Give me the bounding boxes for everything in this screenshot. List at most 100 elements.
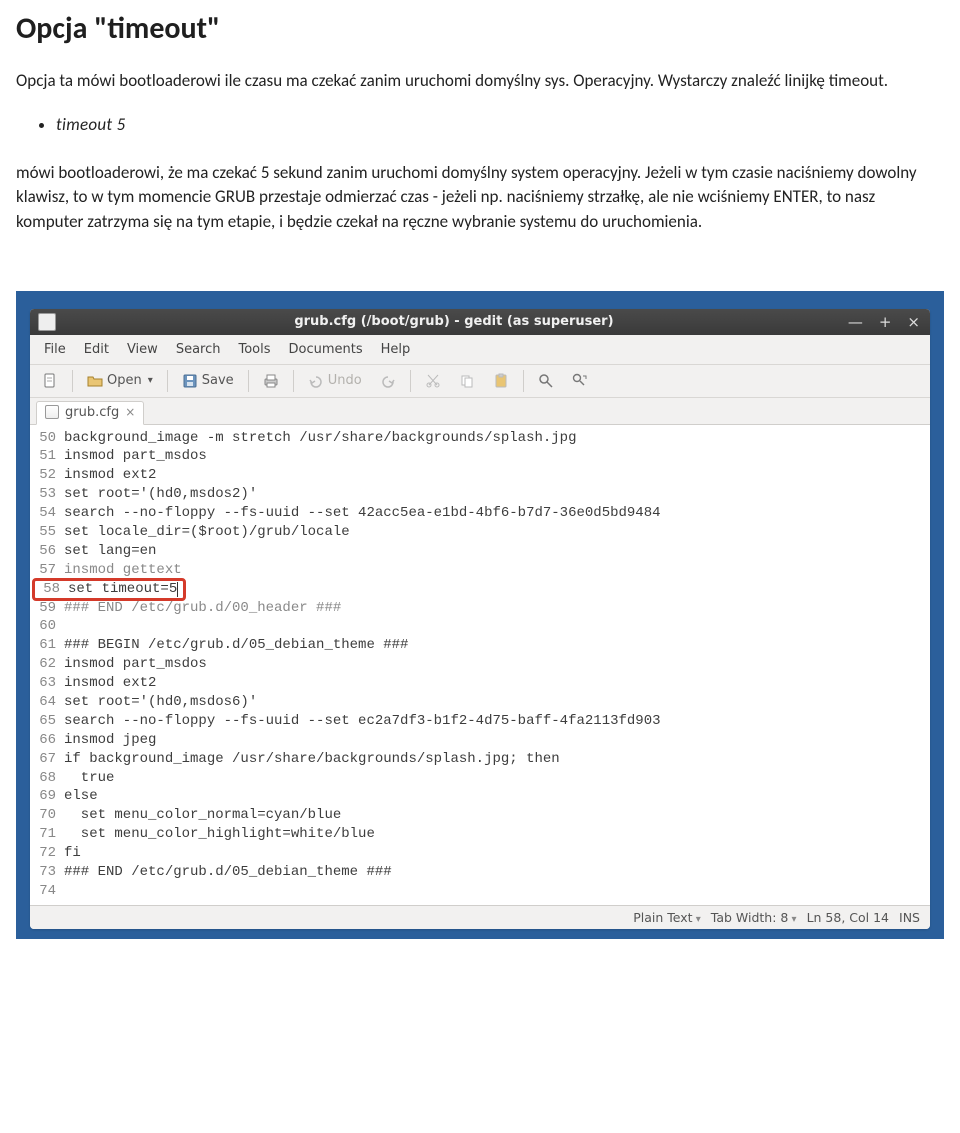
code-text: background_image -m stretch /usr/share/b… [64,429,922,448]
code-line[interactable]: 62insmod part_msdos [30,655,930,674]
paste-icon [493,373,509,389]
open-folder-icon [87,373,103,389]
line-number: 66 [34,731,64,750]
toolbar: Open ▾ Save Undo [30,365,930,398]
line-number: 53 [34,485,64,504]
code-text: insmod ext2 [64,674,922,693]
code-line[interactable]: 58set timeout=5 [30,580,930,599]
line-number: 64 [34,693,64,712]
code-line[interactable]: 56set lang=en [30,542,930,561]
print-button[interactable] [257,369,285,393]
window-title: grub.cfg (/boot/grub) - gedit (as superu… [62,314,846,329]
menu-search[interactable]: Search [168,339,229,360]
code-line[interactable]: 53set root='(hd0,msdos2)' [30,485,930,504]
find-replace-button[interactable] [566,369,594,393]
save-button[interactable]: Save [176,369,240,393]
code-line[interactable]: 67if background_image /usr/share/backgro… [30,750,930,769]
code-text: set menu_color_normal=cyan/blue [64,806,922,825]
menu-edit[interactable]: Edit [76,339,117,360]
cut-button[interactable] [419,369,447,393]
code-line[interactable]: 54search --no-floppy --fs-uuid --set 42a… [30,504,930,523]
code-line[interactable]: 63insmod ext2 [30,674,930,693]
explanation-paragraph: mówi bootloaderowi, że ma czekać 5 sekun… [16,161,944,235]
line-number: 60 [34,617,64,636]
status-position: Ln 58, Col 14 [807,910,889,925]
menu-help[interactable]: Help [373,339,419,360]
code-text: insmod ext2 [64,466,922,485]
line-number: 55 [34,523,64,542]
code-line[interactable]: 69else [30,787,930,806]
code-text: ### END /etc/grub.d/00_header ### [64,599,922,618]
line-number: 68 [34,769,64,788]
cut-icon [425,373,441,389]
line-number: 50 [34,429,64,448]
code-text: set locale_dir=($root)/grub/locale [64,523,922,542]
code-line[interactable]: 51insmod part_msdos [30,447,930,466]
code-line[interactable]: 66insmod jpeg [30,731,930,750]
tab-close-button[interactable]: × [125,405,135,419]
status-bar: Plain Text Tab Width: 8 Ln 58, Col 14 IN… [30,905,930,929]
gedit-window: grub.cfg (/boot/grub) - gedit (as superu… [30,309,930,929]
code-line[interactable]: 64set root='(hd0,msdos6)' [30,693,930,712]
code-text: insmod jpeg [64,731,922,750]
line-number: 72 [34,844,64,863]
code-line[interactable]: 52insmod ext2 [30,466,930,485]
code-line[interactable]: 61### BEGIN /etc/grub.d/05_debian_theme … [30,636,930,655]
document-icon [45,405,59,419]
copy-icon [459,373,475,389]
code-line[interactable]: 60 [30,617,930,636]
intro-paragraph: Opcja ta mówi bootloaderowi ile czasu ma… [16,69,944,94]
open-button[interactable]: Open ▾ [81,369,159,393]
document-tab-bar: grub.cfg × [30,398,930,425]
code-line[interactable]: 50background_image -m stretch /usr/share… [30,429,930,448]
line-number: 62 [34,655,64,674]
code-line[interactable]: 71 set menu_color_highlight=white/blue [30,825,930,844]
line-number: 63 [34,674,64,693]
document-tab[interactable]: grub.cfg × [36,401,144,425]
code-text: else [64,787,922,806]
code-text: set root='(hd0,msdos6)' [64,693,922,712]
menu-tools[interactable]: Tools [230,339,278,360]
code-line[interactable]: 55set locale_dir=($root)/grub/locale [30,523,930,542]
redo-button[interactable] [374,369,402,393]
minimize-button[interactable]: — [846,313,865,331]
line-number: 67 [34,750,64,769]
code-text: search --no-floppy --fs-uuid --set 42acc… [64,504,922,523]
line-number: 73 [34,863,64,882]
code-text: insmod part_msdos [64,655,922,674]
menu-view[interactable]: View [119,339,166,360]
new-document-button[interactable] [36,369,64,393]
code-line[interactable]: 59### END /etc/grub.d/00_header ### [30,599,930,618]
undo-button[interactable]: Undo [302,369,368,393]
code-text: true [64,769,922,788]
code-line[interactable]: 68 true [30,769,930,788]
paste-button[interactable] [487,369,515,393]
open-label: Open [107,373,142,388]
line-number: 65 [34,712,64,731]
menu-file[interactable]: File [36,339,74,360]
code-line[interactable]: 74 [30,882,930,901]
menu-documents[interactable]: Documents [281,339,371,360]
code-line[interactable]: 70 set menu_color_normal=cyan/blue [30,806,930,825]
status-insert-mode: INS [899,910,920,925]
line-number: 56 [34,542,64,561]
code-text: fi [64,844,922,863]
code-line[interactable]: 65search --no-floppy --fs-uuid --set ec2… [30,712,930,731]
menu-bar: File Edit View Search Tools Documents He… [30,335,930,365]
code-text: ### BEGIN /etc/grub.d/05_debian_theme ##… [64,636,922,655]
status-tab-width[interactable]: Tab Width: 8 [711,910,797,925]
code-line[interactable]: 72fi [30,844,930,863]
find-button[interactable] [532,369,560,393]
text-editor[interactable]: 50background_image -m stretch /usr/share… [30,425,930,905]
code-line[interactable]: 73### END /etc/grub.d/05_debian_theme ##… [30,863,930,882]
code-line[interactable]: 57insmod gettext [30,561,930,580]
line-number: 59 [34,599,64,618]
status-language[interactable]: Plain Text [633,910,701,925]
window-titlebar: grub.cfg (/boot/grub) - gedit (as superu… [30,309,930,335]
copy-button[interactable] [453,369,481,393]
screenshot-container: grub.cfg (/boot/grub) - gedit (as superu… [16,291,944,939]
line-number: 70 [34,806,64,825]
new-doc-icon [42,373,58,389]
close-button[interactable]: × [905,313,922,331]
maximize-button[interactable]: + [877,313,894,331]
